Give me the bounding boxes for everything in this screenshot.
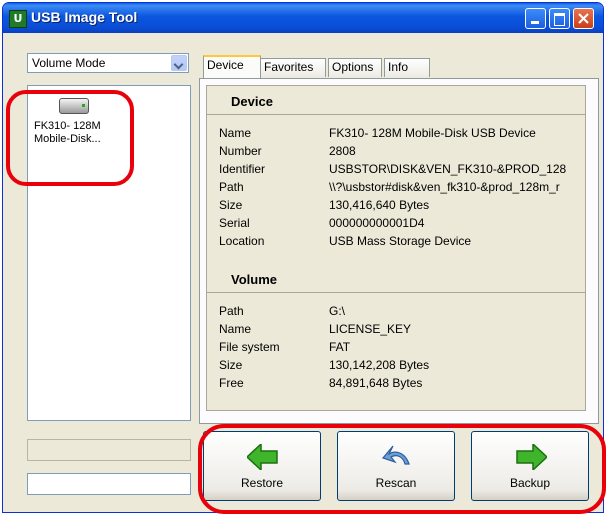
field-label: Path [219,180,244,194]
close-icon [578,13,589,24]
refresh-arrow-icon [381,445,410,465]
maximize-button[interactable] [549,8,570,29]
field-value: FAT [329,340,351,354]
restore-label: Restore [240,476,284,490]
field-value: G:\ [329,304,346,318]
chevron-down-icon[interactable] [171,55,187,71]
field-label: Location [219,234,265,248]
details-group: Device Name FK310- 128M Mobile-Disk USB D… [206,85,586,411]
backup-button[interactable]: Backup [471,431,589,501]
arrow-left-icon [247,444,278,470]
minimize-icon [531,21,539,24]
tab-favorites[interactable]: Favorites [260,58,326,77]
title-bar[interactable]: U USB Image Tool [3,3,603,33]
field-value: 130,142,208 Bytes [329,358,430,372]
device-label-line1: FK310- 128M [34,120,101,132]
tab-device[interactable]: Device [203,55,261,78]
device-label-line2: Mobile-Disk... [34,133,101,145]
field-value: USB Mass Storage Device [329,234,472,248]
list-item[interactable]: FK310- 128M Mobile-Disk... [34,98,114,146]
device-list[interactable]: FK310- 128M Mobile-Disk... [27,85,191,421]
field-label: Size [219,358,243,372]
app-icon: U [9,10,27,28]
tab-options[interactable]: Options [328,58,382,77]
restore-button[interactable]: Restore [203,431,321,501]
device-label: FK310- 128M Mobile-Disk... [34,120,114,146]
field-value: 130,416,640 Bytes [329,198,430,212]
field-label: File system [219,340,280,354]
divider [207,114,585,115]
field-value: USBSTOR\DISK&VEN_FK310-&PROD_128 [329,162,567,176]
mode-select-value: Volume Mode [32,56,106,70]
main-content: Volume Mode FK310- 128M Mobile-Disk... D… [3,33,603,512]
arrow-right-icon [516,444,547,470]
field-label: Number [219,144,262,158]
progress-bar [27,439,191,461]
backup-label: Backup [509,476,551,490]
field-label: Identifier [219,162,266,176]
field-label: Serial [219,216,250,230]
rescan-button[interactable]: Rescan [337,431,455,501]
field-label: Name [219,126,252,140]
field-value: 000000000001D4 [329,216,425,230]
volume-heading: Volume [231,272,277,287]
app-window: U USB Image Tool Volume Mode FK310- 128M [2,2,604,513]
field-label: Name [219,322,252,336]
field-value: 84,891,648 Bytes [329,376,423,390]
field-label: Path [219,304,244,318]
drive-icon [59,98,89,114]
mode-select[interactable]: Volume Mode [27,53,189,73]
divider [207,292,585,293]
field-value: LICENSE_KEY [329,322,412,336]
tab-info[interactable]: Info [384,58,430,77]
field-value: \\?\usbstor#disk&ven_fk310-&prod_128m_r [329,180,560,194]
field-value: FK310- 128M Mobile-Disk USB Device [329,126,536,140]
field-label: Free [219,376,244,390]
device-tab-panel: Device Name FK310- 128M Mobile-Disk USB D… [199,78,599,424]
maximize-icon [554,13,565,26]
window-title: USB Image Tool [31,9,138,25]
close-button[interactable] [573,8,594,29]
rescan-label: Rescan [375,476,417,490]
status-field [27,473,191,495]
device-heading: Device [231,94,273,109]
field-label: Size [219,198,243,212]
field-value: 2808 [329,144,356,158]
minimize-button[interactable] [525,8,546,29]
